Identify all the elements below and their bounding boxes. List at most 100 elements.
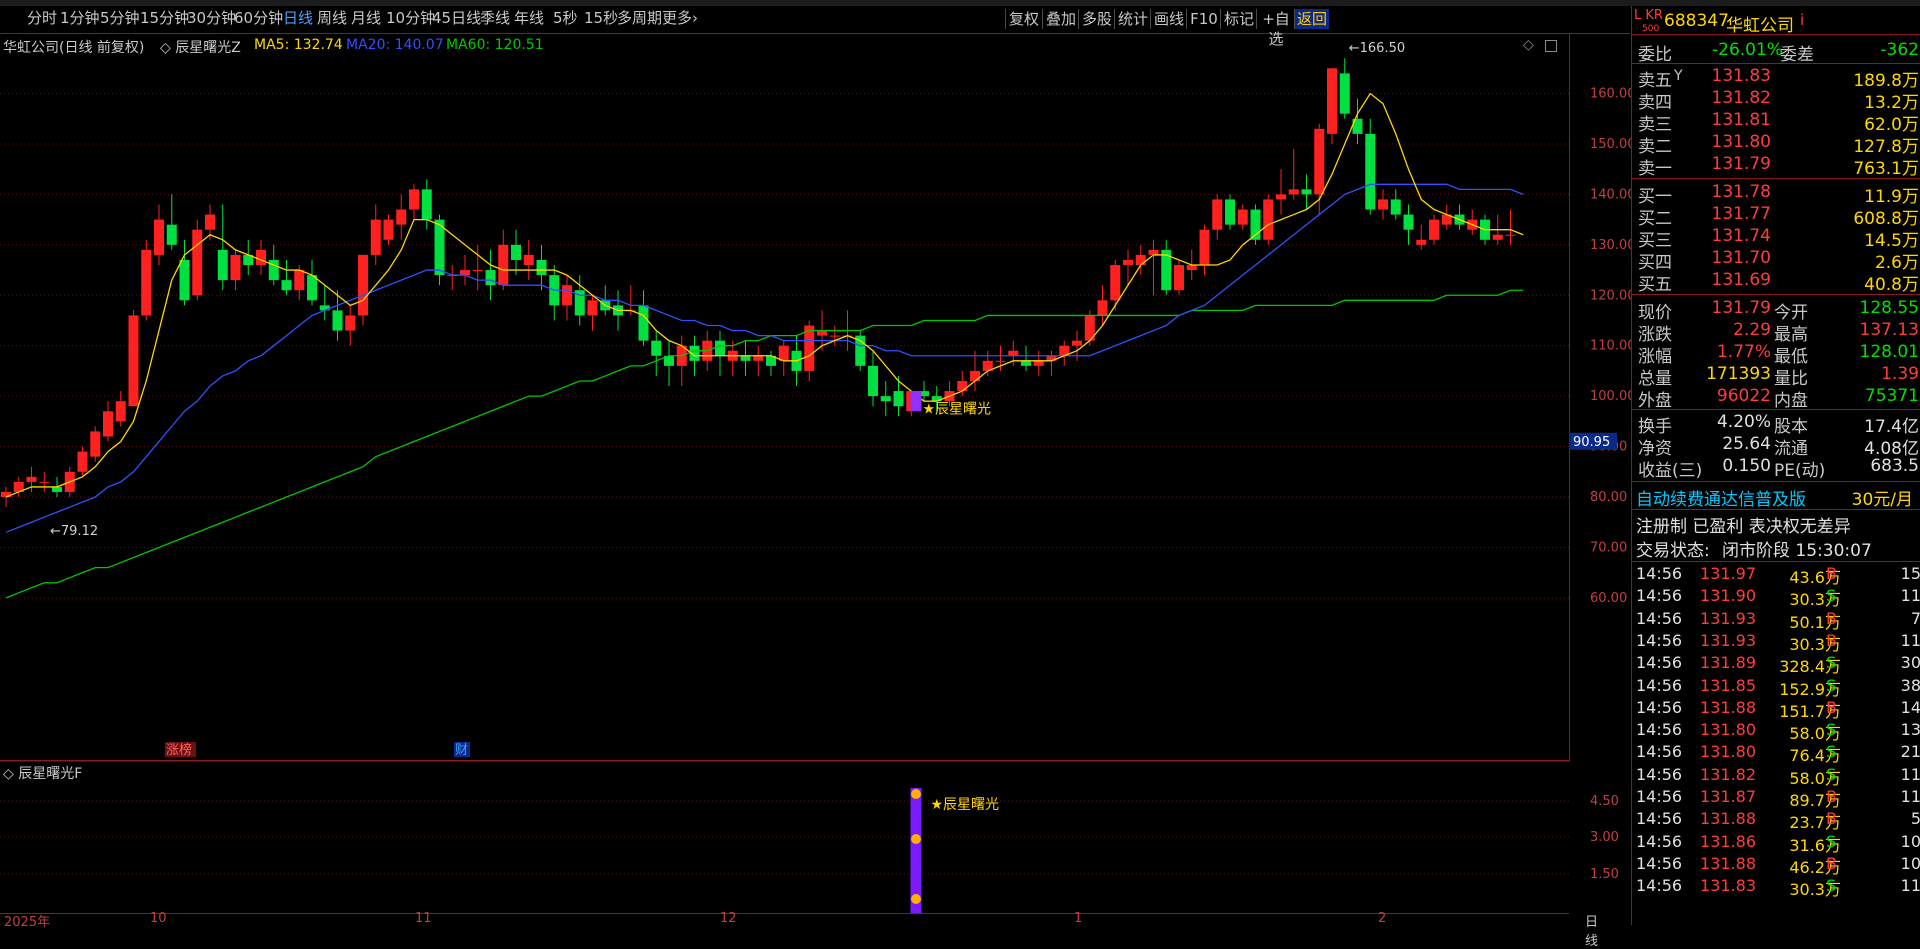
candle-body[interactable] [1327, 68, 1337, 134]
period-tab-1[interactable]: 1分钟 [60, 6, 100, 31]
candle-body[interactable] [651, 340, 662, 356]
candle-body[interactable] [753, 355, 764, 361]
period-tab-6[interactable]: 日线 [283, 6, 313, 31]
sell-row-4[interactable]: 卖四 131.82 13.2万 [1632, 88, 1920, 113]
candle-body[interactable] [562, 285, 572, 306]
candle-body[interactable] [141, 249, 152, 316]
candle-body[interactable] [778, 345, 789, 361]
period-tab-5[interactable]: 60分钟 [234, 6, 283, 31]
candle-body[interactable] [715, 340, 725, 356]
candle-body[interactable] [1390, 199, 1401, 215]
buy-row-4[interactable]: 买四 131.70 2.6万 [1632, 248, 1920, 273]
sell-row-1[interactable]: 卖一 131.79 763.1万 [1632, 154, 1920, 179]
candle-body[interactable] [1237, 209, 1248, 225]
candle-body[interactable] [740, 355, 751, 361]
candle-body[interactable] [1301, 189, 1312, 195]
buy-row-5[interactable]: 买五 131.69 40.8万 [1632, 270, 1920, 295]
candle-body[interactable] [217, 249, 228, 281]
candle-body[interactable] [1403, 214, 1414, 230]
info-icon[interactable]: i [1800, 11, 1804, 29]
candle-body[interactable] [1276, 194, 1286, 200]
candle-body[interactable] [1097, 300, 1108, 316]
candle-body[interactable] [1123, 259, 1133, 265]
candle-body[interactable] [460, 270, 470, 276]
candle-body[interactable] [498, 244, 509, 286]
candle-body[interactable] [396, 209, 407, 225]
candle-body[interactable] [256, 249, 266, 265]
period-tab-14[interactable]: 15秒 [584, 6, 618, 31]
candle-body[interactable] [1505, 234, 1516, 236]
candle-body[interactable] [1174, 265, 1184, 291]
candle-body[interactable] [1263, 199, 1274, 240]
candle-body[interactable] [1314, 128, 1325, 195]
candle-body[interactable] [332, 310, 343, 331]
candle-body[interactable] [817, 330, 827, 336]
sell-row-2[interactable]: 卖二 131.80 127.8万 [1632, 132, 1920, 157]
candle-body[interactable] [880, 396, 891, 402]
period-tab-2[interactable]: 5分钟 [100, 6, 140, 31]
candle-body[interactable] [345, 315, 356, 331]
candle-body[interactable] [1033, 360, 1044, 366]
period-tab-3[interactable]: 15分钟 [140, 6, 189, 31]
candle-body[interactable] [179, 259, 190, 301]
tool-button-4[interactable]: 画线 [1150, 9, 1187, 29]
candle-body[interactable] [587, 300, 598, 316]
candle-body[interactable] [536, 259, 547, 276]
candle-body[interactable] [1212, 199, 1223, 230]
candle-body[interactable] [472, 270, 483, 272]
tool-button-7[interactable]: +自选 [1256, 9, 1295, 48]
candle-body[interactable] [409, 189, 419, 210]
candle-body[interactable] [26, 476, 37, 482]
candle-body[interactable] [1288, 189, 1299, 195]
candle-body[interactable] [638, 305, 649, 341]
promo-row[interactable]: 自动续费通达信普及版 30元/月 [1632, 485, 1920, 510]
period-tab-16[interactable]: 更多 [662, 6, 692, 31]
candle-body[interactable] [358, 254, 368, 316]
candle-body[interactable] [1021, 360, 1031, 366]
candlestick-chart[interactable]: 60.0070.0080.0090.00100.00110.00120.0013… [0, 33, 1631, 761]
candle-body[interactable] [1135, 254, 1146, 265]
candle-body[interactable] [511, 244, 521, 260]
candle-body[interactable] [307, 275, 317, 301]
candle-body[interactable] [868, 365, 878, 397]
promo-text[interactable]: 自动续费通达信普及版 [1636, 485, 1806, 510]
candle-body[interactable] [1365, 133, 1376, 210]
candle-body[interactable] [893, 391, 904, 407]
signal-subchart[interactable]: 4.50 3.00 1.50 ★辰星曙光 [0, 761, 1631, 913]
period-tab-9[interactable]: 10分钟 [386, 6, 435, 31]
candle-body[interactable] [294, 270, 305, 291]
candle-body[interactable] [370, 219, 381, 255]
period-tab-8[interactable]: 月线 [351, 6, 381, 31]
tool-button-6[interactable]: 标记 [1220, 9, 1257, 29]
period-tab-13[interactable]: 5秒 [553, 6, 578, 31]
candle-body[interactable] [1008, 350, 1019, 356]
candle-body[interactable] [1378, 199, 1388, 210]
period-tab-7[interactable]: 周线 [317, 6, 347, 31]
candle-body[interactable] [485, 270, 496, 286]
period-tab-12[interactable]: 年线 [514, 6, 544, 31]
tool-button-0[interactable]: 复权 [1005, 9, 1042, 29]
candle-body[interactable] [166, 224, 177, 245]
candle-body[interactable] [281, 280, 292, 291]
candle-body[interactable] [1110, 265, 1121, 301]
candle-body[interactable] [205, 214, 215, 230]
candle-body[interactable] [77, 451, 88, 472]
candle-body[interactable] [383, 219, 394, 240]
candle-body[interactable] [52, 486, 62, 492]
candle-body[interactable] [523, 254, 534, 265]
sell-row-3[interactable]: 卖三 131.81 62.0万 [1632, 110, 1920, 135]
candle-body[interactable] [39, 481, 50, 483]
buy-row-3[interactable]: 买三 131.74 14.5万 [1632, 226, 1920, 251]
tool-button-5[interactable]: F10 [1186, 9, 1221, 29]
period-tab-15[interactable]: 多周期 [617, 6, 662, 31]
tool-button-1[interactable]: 叠加 [1042, 9, 1079, 29]
candle-body[interactable] [103, 411, 113, 437]
candle-body[interactable] [1148, 249, 1159, 255]
candle-body[interactable] [1186, 265, 1197, 271]
tool-button-3[interactable]: 统计 [1114, 9, 1151, 29]
candle-body[interactable] [90, 431, 101, 457]
candle-body[interactable] [154, 219, 164, 255]
candle-body[interactable] [1225, 199, 1235, 225]
candle-body[interactable] [995, 360, 1006, 362]
candle-body[interactable] [829, 335, 840, 337]
